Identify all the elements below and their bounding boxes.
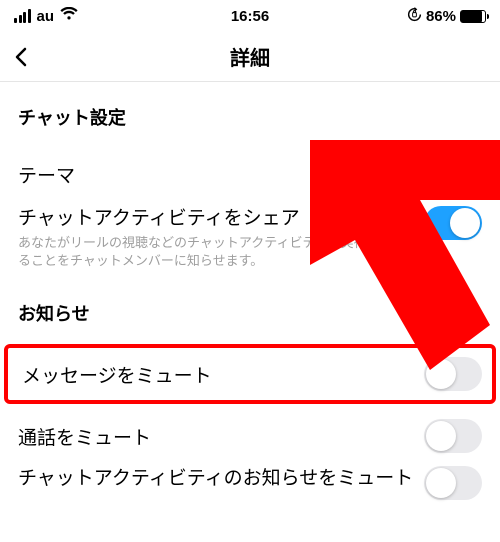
- mute-messages-row: メッセージをミュート: [22, 354, 482, 394]
- content: チャット設定 テーマ チャットアクティビティをシェア あなたがリールの視聴などの…: [0, 104, 500, 518]
- theme-color-icon: [448, 157, 482, 191]
- share-activity-sub: あなたがリールの視聴などのチャットアクティビティを実行中であることをチャットメン…: [18, 234, 414, 270]
- share-activity-row: チャットアクティビティをシェア あなたがリールの視聴などのチャットアクティビティ…: [18, 206, 482, 278]
- mute-messages-toggle[interactable]: [424, 357, 482, 391]
- section-header-notifications: お知らせ: [18, 300, 482, 326]
- section-header-chat-settings: チャット設定: [18, 104, 482, 130]
- mute-calls-row: 通話をミュート: [18, 410, 482, 462]
- mute-messages-label: メッセージをミュート: [22, 361, 212, 388]
- mute-activity-row: チャットアクティビティのお知らせをミュート: [18, 466, 482, 518]
- share-activity-toggle[interactable]: [424, 206, 482, 240]
- nav-header: 詳細: [0, 32, 500, 82]
- back-button[interactable]: [0, 35, 44, 79]
- chevron-left-icon: [12, 47, 32, 67]
- theme-label: テーマ: [18, 161, 75, 188]
- mute-activity-label: チャットアクティビティのお知らせをミュート: [18, 466, 414, 492]
- mute-calls-toggle[interactable]: [424, 419, 482, 453]
- status-time: 16:56: [0, 8, 500, 25]
- highlight-box: メッセージをミュート: [4, 344, 496, 404]
- mute-activity-toggle[interactable]: [424, 466, 482, 500]
- theme-row[interactable]: テーマ: [18, 148, 482, 200]
- battery-icon: [460, 10, 486, 23]
- share-activity-label: チャットアクティビティをシェア: [18, 206, 414, 232]
- status-bar: au 16:56 86%: [0, 0, 500, 32]
- page-title: 詳細: [0, 42, 500, 71]
- mute-calls-label: 通話をミュート: [18, 423, 151, 450]
